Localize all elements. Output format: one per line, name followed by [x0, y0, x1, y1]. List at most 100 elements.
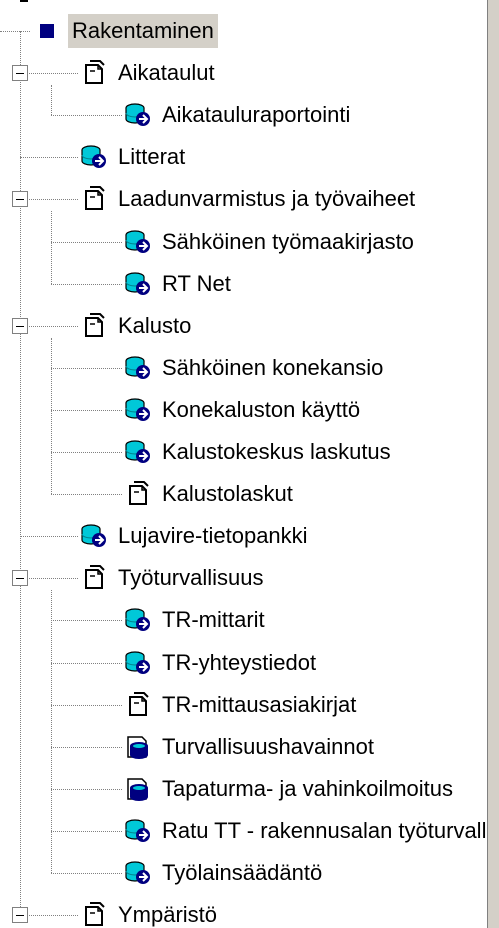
- database-icon: [124, 859, 152, 887]
- tree-item-label: TR-mittarit: [162, 607, 265, 632]
- tree-connector-line: [51, 115, 122, 116]
- tree-item-label: Kalusto: [118, 313, 192, 338]
- tree-connector-line: [51, 831, 122, 832]
- tree-connector-line: [51, 873, 122, 874]
- collapse-button[interactable]: [12, 191, 28, 207]
- tree-item-aikatauluraportointi[interactable]: Aikatauluraportointi: [124, 98, 354, 132]
- tree-item-label: Tapaturma- ja vahinkoilmoitus: [162, 776, 454, 801]
- form-database-icon: [124, 775, 152, 803]
- collapse-button[interactable]: [12, 318, 28, 334]
- tree-item-lujavire-tietopankki[interactable]: Lujavire-tietopankki: [80, 519, 312, 553]
- tree-item-tr-yhteystiedot[interactable]: TR-yhteystiedot: [124, 646, 320, 680]
- tree-connector-line: [20, 578, 78, 579]
- tree-connector-line: [20, 915, 78, 916]
- tree-item-ratu-tt-rakennusalan-tyoturvallisuus[interactable]: Ratu TT - rakennusalan työturvallisuus: [124, 814, 488, 848]
- tree-item-label: Lujavire-tietopankki: [118, 523, 308, 548]
- tree-guide-line: [20, 31, 21, 915]
- tree-item-kalustolaskut[interactable]: Kalustolaskut: [124, 477, 297, 511]
- tree-guide-line: [51, 85, 52, 115]
- tree-item-label: Ratu TT - rakennusalan työturvallisuus: [162, 818, 488, 843]
- tree-connector-line: [20, 199, 78, 200]
- tree-item-tyoturvallisuus[interactable]: Työturvallisuus: [80, 561, 268, 595]
- tree-connector-line: [51, 494, 122, 495]
- tree-item-label: Turvallisuushavainnot: [162, 734, 374, 759]
- tree-guide-line: [51, 211, 52, 284]
- folder-tree[interactable]: Rakentaminen Aikataulut Aikatauluraporto…: [0, 0, 488, 928]
- database-icon: [124, 817, 152, 845]
- tree-item-label: Konekaluston käyttö: [162, 397, 361, 422]
- tree-item-ymparisto[interactable]: Ympäristö: [80, 898, 221, 928]
- collapse-button[interactable]: [12, 570, 28, 586]
- tree-item-label: Litterat: [118, 144, 186, 169]
- tree-item-rt-net[interactable]: RT Net: [124, 267, 235, 301]
- tree-connector-line: [0, 31, 30, 32]
- tree-item-label: Laadunvarmistus ja työvaiheet: [118, 186, 416, 211]
- tree-item-label: Sähköinen konekansio: [162, 355, 384, 380]
- tree-item-kalustokeskus-laskutus[interactable]: Kalustokeskus laskutus: [124, 435, 395, 469]
- tree-connector-line: [51, 789, 122, 790]
- tree-item-sahkoinen-tyomaakirjasto[interactable]: Sähköinen työmaakirjasto: [124, 225, 418, 259]
- database-icon: [124, 606, 152, 634]
- tree-connector-line: [51, 747, 122, 748]
- tree-item-litterat[interactable]: Litterat: [80, 140, 189, 174]
- tree-connector-line: [51, 242, 122, 243]
- tree-connector-line: [51, 284, 122, 285]
- database-icon: [124, 101, 152, 129]
- collapse-button[interactable]: [12, 65, 28, 81]
- document-icon: [80, 901, 108, 928]
- tree-item-label: Kalustokeskus laskutus: [162, 439, 391, 464]
- database-icon: [124, 396, 152, 424]
- vertical-scrollbar[interactable]: [487, 0, 499, 928]
- tree-item-aikataulut[interactable]: Aikataulut: [80, 56, 219, 90]
- root-square-icon: [34, 17, 62, 45]
- tree-item-turvallisuushavainnot[interactable]: Turvallisuushavainnot: [124, 730, 378, 764]
- tree-item-tr-mittarit[interactable]: TR-mittarit: [124, 603, 269, 637]
- database-icon: [124, 438, 152, 466]
- tree-item-label: TR-mittausasiakirjat: [162, 692, 357, 717]
- tree-connector-line: [51, 620, 122, 621]
- tree-connector-line: [51, 705, 122, 706]
- tree-item-label: Ympäristö: [118, 902, 218, 927]
- database-icon: [80, 143, 108, 171]
- tree-item-tr-mittausasiakirjat[interactable]: TR-mittausasiakirjat: [124, 688, 360, 722]
- tree-connector-line: [20, 157, 78, 158]
- tree-item-label: Aikataulut: [118, 60, 215, 85]
- document-icon: [80, 185, 108, 213]
- collapse-button[interactable]: [12, 907, 28, 923]
- tree-item-label: Rakentaminen: [68, 14, 218, 48]
- document-icon: [80, 59, 108, 87]
- tree-item-label: RT Net: [162, 271, 231, 296]
- tree-item-label: TR-yhteystiedot: [162, 650, 317, 675]
- form-database-icon: [124, 733, 152, 761]
- database-icon: [80, 522, 108, 550]
- tree-item-tapaturma-ja-vahinkoilmoitus[interactable]: Tapaturma- ja vahinkoilmoitus: [124, 772, 457, 806]
- document-icon: [124, 480, 152, 508]
- tree-guide-line: [51, 338, 52, 494]
- tree-item-label: Aikatauluraportointi: [162, 102, 351, 127]
- tree-connector-line: [20, 326, 78, 327]
- tree-item-konekaluston-kaytto[interactable]: Konekaluston käyttö: [124, 393, 364, 427]
- database-icon: [124, 354, 152, 382]
- tree-item-kalusto[interactable]: Kalusto: [80, 309, 195, 343]
- document-icon: [124, 691, 152, 719]
- database-icon: [124, 270, 152, 298]
- tree-item-laadunvarmistus-ja-tyovaiheet[interactable]: Laadunvarmistus ja työvaiheet: [80, 182, 419, 216]
- document-icon: [80, 312, 108, 340]
- database-icon: [124, 649, 152, 677]
- database-icon: [124, 228, 152, 256]
- tree-connector-line: [20, 536, 78, 537]
- tree-item-label: Kalustolaskut: [162, 481, 293, 506]
- tree-connector-line: [51, 368, 122, 369]
- tree-item-label: Sähköinen työmaakirjasto: [162, 229, 414, 254]
- document-icon: [80, 564, 108, 592]
- tree-connector-line: [51, 452, 122, 453]
- tree-item-label: Työturvallisuus: [118, 565, 264, 590]
- tree-connector-line: [51, 410, 122, 411]
- tree-connector-line: [51, 663, 122, 664]
- tree-item-tyolainsaadanto[interactable]: Työlainsäädäntö: [124, 856, 326, 890]
- tree-item-rakentaminen[interactable]: Rakentaminen: [34, 14, 218, 48]
- tree-item-sahkoinen-konekansio[interactable]: Sähköinen konekansio: [124, 351, 387, 385]
- tree-item-label: Työlainsäädäntö: [162, 860, 323, 885]
- tree-line-stub: [20, 0, 28, 2]
- tree-connector-line: [20, 73, 78, 74]
